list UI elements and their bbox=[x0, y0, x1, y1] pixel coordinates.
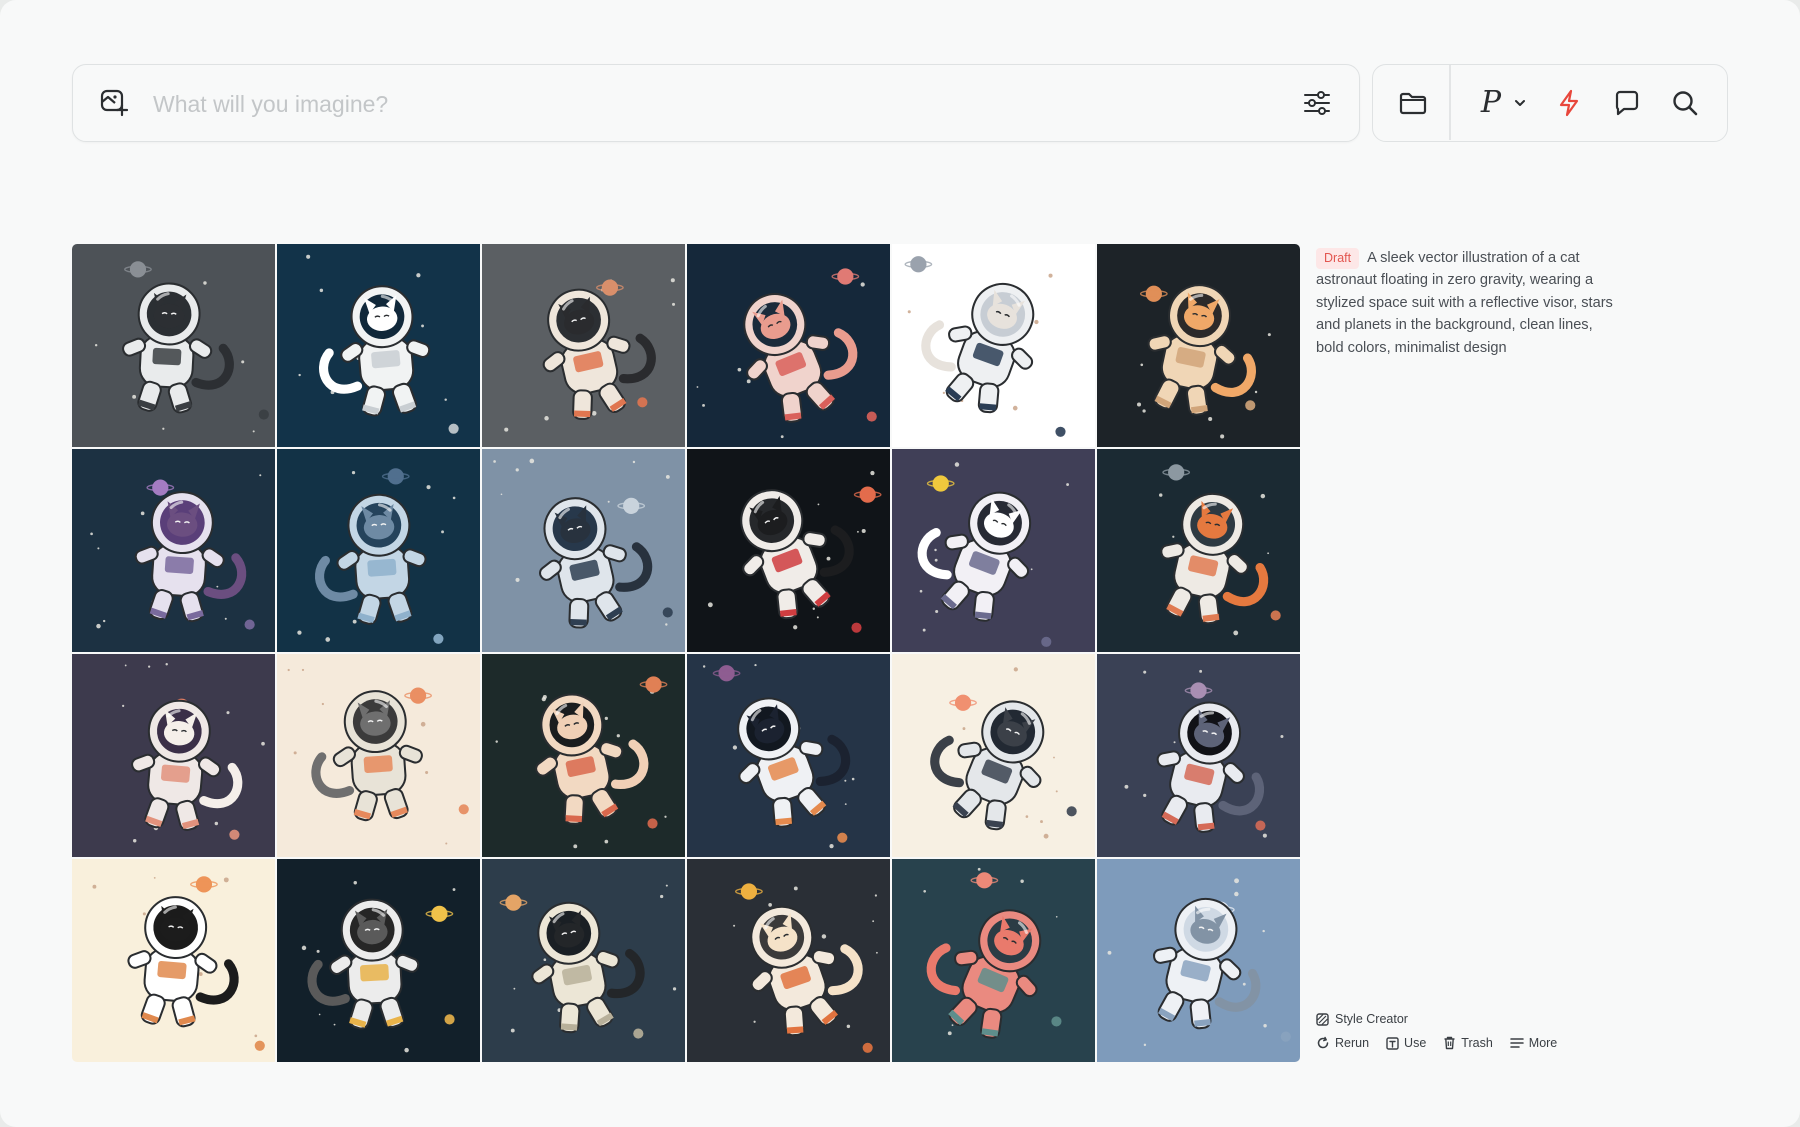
image-tile[interactable] bbox=[1097, 449, 1300, 652]
cat-astronaut-illustration bbox=[904, 256, 1066, 437]
cat-astronaut-illustration bbox=[696, 268, 877, 439]
chevron-down-icon bbox=[1515, 100, 1525, 106]
cat-astronaut-illustration bbox=[493, 458, 673, 629]
style-creator-button[interactable]: Style Creator bbox=[1316, 1010, 1574, 1028]
app-frame: P bbox=[0, 0, 1800, 1127]
lightning-icon bbox=[1559, 89, 1579, 117]
image-tile[interactable] bbox=[482, 449, 685, 652]
prompt-input[interactable] bbox=[151, 85, 1255, 123]
cat-astronaut-illustration bbox=[495, 676, 668, 849]
image-grid bbox=[72, 244, 1300, 1062]
cat-astronaut-illustration bbox=[1159, 464, 1281, 636]
model-dropdown-button[interactable] bbox=[1509, 85, 1531, 121]
trash-icon bbox=[1444, 1036, 1455, 1050]
image-tile[interactable] bbox=[1097, 859, 1300, 1062]
search-icon bbox=[1673, 91, 1698, 116]
image-tile[interactable] bbox=[687, 244, 890, 447]
prompt-details: Draft A sleek vector illustration of a ca… bbox=[1316, 247, 1616, 359]
result-actions: Style Creator Rerun Use Trash More bbox=[1316, 1010, 1574, 1052]
cat-astronaut-illustration bbox=[92, 876, 265, 1051]
chat-button[interactable] bbox=[1609, 85, 1645, 121]
cat-astronaut-illustration bbox=[297, 468, 456, 644]
image-tile[interactable] bbox=[72, 654, 275, 857]
add-image-icon[interactable] bbox=[99, 87, 129, 117]
cat-astronaut-illustration bbox=[1124, 669, 1284, 838]
use-icon bbox=[1386, 1036, 1399, 1050]
cat-astronaut-illustration bbox=[1107, 878, 1291, 1047]
cat-astronaut-illustration bbox=[94, 261, 269, 433]
cat-astronaut-illustration bbox=[702, 663, 855, 849]
image-tile[interactable] bbox=[482, 244, 685, 447]
trash-button[interactable]: Trash bbox=[1443, 1036, 1493, 1050]
sliders-icon[interactable] bbox=[1301, 87, 1333, 119]
search-button[interactable] bbox=[1667, 85, 1703, 121]
cat-astronaut-illustration bbox=[122, 663, 265, 843]
image-tile[interactable] bbox=[482, 859, 685, 1062]
cat-astronaut-illustration bbox=[707, 470, 882, 633]
image-tile[interactable] bbox=[892, 244, 1095, 447]
image-tile[interactable] bbox=[277, 449, 480, 652]
cat-astronaut-illustration bbox=[917, 462, 1070, 647]
fast-mode-button[interactable] bbox=[1551, 85, 1587, 121]
toolbar-divider bbox=[1449, 65, 1451, 140]
image-tile[interactable] bbox=[892, 859, 1095, 1062]
cat-astronaut-illustration bbox=[733, 883, 878, 1053]
image-tile[interactable] bbox=[277, 859, 480, 1062]
image-tile[interactable] bbox=[892, 449, 1095, 652]
image-tile[interactable] bbox=[687, 449, 890, 652]
style-creator-label: Style Creator bbox=[1335, 1012, 1408, 1026]
style-creator-icon bbox=[1316, 1012, 1329, 1026]
refresh-icon bbox=[1317, 1036, 1329, 1049]
cat-astronaut-illustration bbox=[923, 867, 1062, 1039]
use-label: Use bbox=[1404, 1036, 1427, 1050]
cat-astronaut-illustration bbox=[298, 254, 459, 434]
image-tile[interactable] bbox=[72, 859, 275, 1062]
image-tile[interactable] bbox=[892, 654, 1095, 857]
trash-label: Trash bbox=[1461, 1036, 1493, 1050]
cat-astronaut-illustration bbox=[301, 881, 456, 1053]
toolbar: P bbox=[1372, 64, 1728, 142]
cat-astronaut-illustration bbox=[1136, 284, 1271, 439]
more-button[interactable]: More bbox=[1510, 1036, 1557, 1050]
cat-astronaut-illustration bbox=[930, 667, 1077, 839]
action-row: Rerun Use Trash More bbox=[1316, 1034, 1574, 1052]
image-tile[interactable] bbox=[1097, 654, 1300, 857]
use-button[interactable]: Use bbox=[1386, 1036, 1426, 1050]
image-tile[interactable] bbox=[72, 244, 275, 447]
image-tile[interactable] bbox=[687, 859, 890, 1062]
image-tile[interactable] bbox=[687, 654, 890, 857]
cat-astronaut-illustration bbox=[504, 278, 676, 432]
prompt-text-block: Draft A sleek vector illustration of a ca… bbox=[1316, 247, 1616, 359]
model-letter: P bbox=[1480, 85, 1502, 120]
rerun-button[interactable]: Rerun bbox=[1316, 1036, 1369, 1050]
model-selector[interactable]: P bbox=[1473, 85, 1509, 121]
image-tile[interactable] bbox=[482, 654, 685, 857]
image-tile[interactable] bbox=[1097, 244, 1300, 447]
status-badge: Draft bbox=[1316, 248, 1360, 269]
more-label: More bbox=[1528, 1036, 1558, 1050]
cat-astronaut-illustration bbox=[287, 668, 469, 845]
image-tile[interactable] bbox=[72, 449, 275, 652]
cat-astronaut-illustration bbox=[90, 474, 262, 630]
cat-astronaut-illustration bbox=[499, 884, 677, 1039]
image-tile[interactable] bbox=[277, 244, 480, 447]
folder-icon bbox=[1399, 92, 1427, 115]
more-lines-icon bbox=[1510, 1038, 1524, 1048]
prompt-bar bbox=[72, 64, 1360, 142]
prompt-text: A sleek vector illustration of a cat ast… bbox=[1316, 250, 1613, 356]
folder-button[interactable] bbox=[1395, 85, 1431, 121]
rerun-label: Rerun bbox=[1335, 1036, 1370, 1050]
image-tile[interactable] bbox=[277, 654, 480, 857]
chat-bubble-icon bbox=[1615, 90, 1639, 116]
